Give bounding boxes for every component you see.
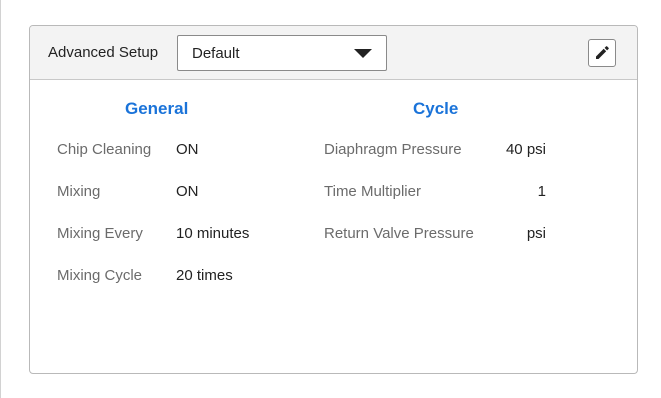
chip-cleaning-label: Chip Cleaning — [57, 141, 152, 158]
mixing-every-value: 10 minutes — [176, 225, 250, 242]
mixing-every-label: Mixing Every — [57, 225, 143, 242]
chip-cleaning-value: ON — [176, 141, 199, 158]
return-valve-pressure-label: Return Valve Pressure — [324, 225, 474, 242]
mixing-label: Mixing — [57, 183, 101, 200]
preset-dropdown[interactable]: Default — [177, 35, 387, 71]
general-section-title: General — [125, 99, 189, 118]
mixing-cycle-value: 20 times — [176, 267, 233, 284]
time-multiplier-label: Time Multiplier — [324, 183, 421, 200]
diaphragm-pressure-value: 40 psi — [505, 141, 546, 158]
advanced-setup-panel: Advanced Setup Default General Cycle Chi… — [29, 25, 638, 374]
pencil-icon — [596, 46, 609, 59]
caret-down-icon — [354, 49, 372, 58]
cycle-section-title: Cycle — [413, 99, 459, 118]
time-multiplier-value: 1 — [537, 183, 546, 200]
diaphragm-pressure-label: Diaphragm Pressure — [324, 141, 462, 158]
advanced-setup-label: Advanced Setup — [48, 44, 159, 61]
return-valve-pressure-value: psi — [526, 225, 546, 242]
mixing-cycle-label: Mixing Cycle — [57, 267, 143, 284]
mixing-value: ON — [176, 183, 199, 200]
panel-header: Advanced Setup Default — [30, 26, 637, 80]
left-divider — [0, 0, 1, 398]
preset-selected-value: Default — [192, 45, 240, 62]
edit-button[interactable] — [588, 39, 616, 67]
